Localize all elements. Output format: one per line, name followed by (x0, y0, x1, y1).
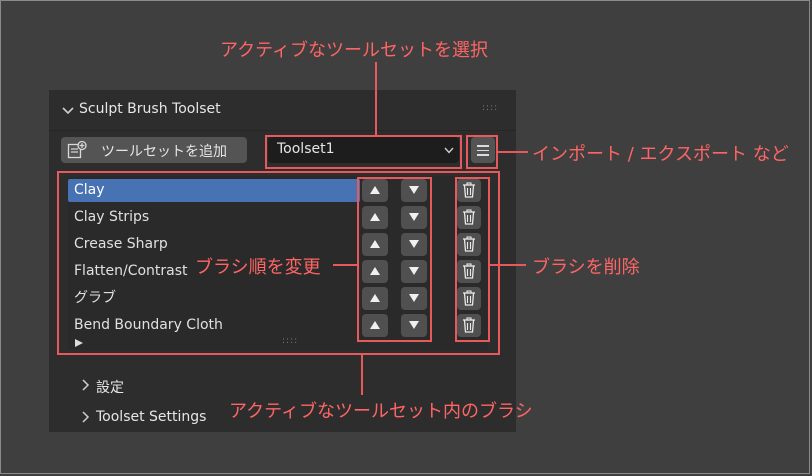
annotation-import-export: インポート / エクスポート など (532, 144, 789, 165)
drag-grip-icon[interactable]: :::: (482, 103, 498, 113)
annotation-delete: ブラシを削除 (532, 257, 640, 278)
leader-line (375, 62, 377, 136)
panel-title: Sculpt Brush Toolset (79, 101, 221, 117)
highlight-menu-button (466, 135, 498, 169)
chevron-right-icon (82, 411, 90, 423)
highlight-delete-buttons (455, 177, 490, 342)
highlight-toolset-select (265, 135, 462, 169)
leader-line (333, 264, 358, 266)
subpanel-toolset-settings[interactable]: Toolset Settings (96, 409, 206, 425)
annotation-select-toolset: アクティブなツールセットを選択 (220, 40, 489, 61)
leader-line (490, 264, 526, 266)
leader-line (497, 151, 528, 153)
chevron-right-icon (82, 379, 90, 391)
annotation-reorder: ブラシ順を変更 (195, 257, 321, 278)
highlight-reorder-buttons (357, 177, 432, 342)
panel-header[interactable]: Sculpt Brush Toolset :::: (49, 90, 516, 131)
subpanel-settings[interactable]: 設定 (96, 377, 124, 397)
add-toolset-label: ツールセットを追加 (101, 144, 227, 160)
chevron-down-icon (62, 107, 74, 115)
annotation-brushes-in-toolset: アクティブなツールセット内のブラシ (229, 401, 533, 422)
add-toolset-button[interactable]: ツールセットを追加 (61, 137, 247, 163)
add-toolset-icon (67, 141, 87, 159)
leader-line (361, 355, 363, 395)
